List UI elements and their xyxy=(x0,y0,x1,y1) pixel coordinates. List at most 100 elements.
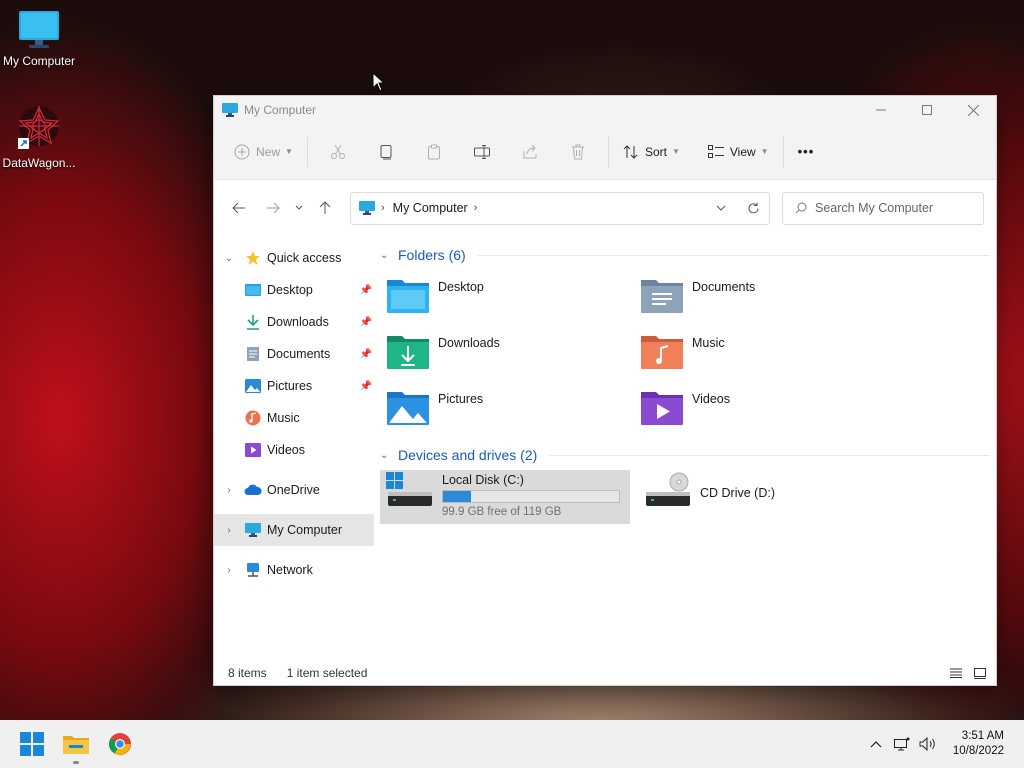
folder-desktop[interactable]: Desktop xyxy=(380,270,634,326)
folder-music[interactable]: Music xyxy=(634,326,888,382)
recent-locations-button[interactable] xyxy=(288,193,310,223)
sidebar-item-label: OneDrive xyxy=(267,483,320,497)
taskbar-file-explorer[interactable] xyxy=(54,722,98,766)
drive-local-disk-c[interactable]: Local Disk (C:) 99.9 GB free of 119 GB xyxy=(380,470,630,524)
sidebar-item-videos[interactable]: Videos xyxy=(214,434,374,466)
download-icon xyxy=(244,313,262,331)
search-box[interactable] xyxy=(782,191,984,225)
sidebar-item-onedrive[interactable]: › OneDrive xyxy=(214,474,374,506)
speaker-icon xyxy=(919,737,935,751)
close-button[interactable] xyxy=(950,96,996,124)
chevron-right-icon[interactable]: › xyxy=(381,202,385,214)
folders-group-header[interactable]: ⌄ Folders (6) xyxy=(380,240,990,270)
drive-cd-d[interactable]: CD Drive (D:) xyxy=(638,470,888,524)
refresh-button[interactable] xyxy=(737,193,769,223)
sidebar-item-quick-access[interactable]: ⌄ Quick access xyxy=(214,242,374,274)
sidebar-item-pictures[interactable]: Pictures 📌 xyxy=(214,370,374,402)
start-button[interactable] xyxy=(10,722,54,766)
tiles-view-icon xyxy=(974,667,986,679)
sidebar-item-network[interactable]: › Network xyxy=(214,554,374,586)
new-label: New xyxy=(256,144,281,159)
drives-grid: Local Disk (C:) 99.9 GB free of 119 GB C… xyxy=(380,470,990,524)
pin-icon: 📌 xyxy=(359,316,372,328)
title-bar[interactable]: My Computer xyxy=(214,96,996,124)
sidebar-item-music[interactable]: Music xyxy=(214,402,374,434)
more-options-button[interactable]: ••• xyxy=(790,136,823,168)
paste-button[interactable] xyxy=(410,136,458,168)
folder-pictures[interactable]: Pictures xyxy=(380,382,634,438)
star-icon xyxy=(244,249,262,267)
scissors-icon xyxy=(330,144,345,159)
chevron-right-icon[interactable]: › xyxy=(214,485,244,496)
group-title: Folders (6) xyxy=(398,247,466,263)
share-button[interactable] xyxy=(506,136,554,168)
desktop-icon-my-computer[interactable]: My Computer xyxy=(0,10,81,68)
show-hidden-icons-button[interactable] xyxy=(863,740,889,748)
toolbar-divider xyxy=(306,136,308,167)
chevron-down-icon[interactable]: ⌄ xyxy=(214,253,244,264)
maximize-button[interactable] xyxy=(904,96,950,124)
taskbar-chrome[interactable] xyxy=(98,722,142,766)
forward-button[interactable] xyxy=(258,193,288,223)
drive-name: Local Disk (C:) xyxy=(442,473,524,487)
arrow-up-icon xyxy=(319,201,331,214)
network-status-button[interactable] xyxy=(889,737,915,751)
chevron-down-icon: ▼ xyxy=(671,147,680,156)
sidebar-item-label: Videos xyxy=(267,443,305,457)
cloud-icon xyxy=(244,481,262,499)
minimize-button[interactable] xyxy=(858,96,904,124)
new-button[interactable]: New ▼ xyxy=(226,136,301,168)
folder-downloads[interactable]: Downloads xyxy=(380,326,634,382)
sort-button[interactable]: Sort ▼ xyxy=(615,136,688,168)
cut-button[interactable] xyxy=(314,136,362,168)
trash-icon xyxy=(571,144,584,159)
volume-button[interactable] xyxy=(915,737,941,751)
window-title: My Computer xyxy=(244,103,317,117)
sidebar-item-label: Pictures xyxy=(267,379,313,393)
desktop-icon-datawagon[interactable]: DataWagon... xyxy=(0,104,81,170)
clock-date: 10/8/2022 xyxy=(952,745,1004,757)
sidebar-item-label: My Computer xyxy=(267,523,343,537)
chevron-right-icon[interactable]: › xyxy=(214,565,244,576)
details-view-icon xyxy=(950,668,962,678)
rename-button[interactable] xyxy=(458,136,506,168)
sidebar-item-my-computer[interactable]: › My Computer xyxy=(214,514,374,546)
drives-group-header[interactable]: ⌄ Devices and drives (2) xyxy=(380,440,990,470)
sidebar-item-desktop[interactable]: Desktop 📌 xyxy=(214,274,374,306)
large-icons-view-button[interactable] xyxy=(968,667,992,679)
search-input[interactable] xyxy=(815,201,975,215)
pin-icon: 📌 xyxy=(359,380,372,392)
details-view-button[interactable] xyxy=(944,668,968,678)
view-list-icon xyxy=(707,144,724,158)
network-status-icon xyxy=(893,737,910,751)
chevron-right-icon[interactable]: › xyxy=(214,525,244,536)
folder-documents[interactable]: Documents xyxy=(634,270,888,326)
toolbar-divider xyxy=(607,136,609,167)
refresh-icon xyxy=(748,202,758,213)
folder-videos[interactable]: Videos xyxy=(634,382,888,438)
desktop-icon-label: DataWagon... xyxy=(2,156,76,170)
view-button[interactable]: View ▼ xyxy=(700,136,777,168)
delete-button[interactable] xyxy=(554,136,602,168)
address-bar[interactable]: › My Computer › xyxy=(350,191,770,225)
minimize-icon xyxy=(876,109,886,111)
up-button[interactable] xyxy=(310,193,340,223)
sidebar-item-label: Downloads xyxy=(267,315,329,329)
maximize-icon xyxy=(922,105,932,115)
desktop-folder-icon xyxy=(244,281,262,299)
chevron-right-icon[interactable]: › xyxy=(474,202,478,214)
clock[interactable]: 3:51 AM 10/8/2022 xyxy=(941,729,1024,759)
sidebar-item-downloads[interactable]: Downloads 📌 xyxy=(214,306,374,338)
divider xyxy=(549,454,990,456)
breadcrumb[interactable]: My Computer xyxy=(393,201,468,215)
folder-name: Pictures xyxy=(438,392,484,406)
system-tray: 3:51 AM 10/8/2022 xyxy=(863,720,1024,768)
copy-button[interactable] xyxy=(362,136,410,168)
file-explorer-icon xyxy=(63,736,89,754)
rename-icon xyxy=(473,144,490,159)
desktop-icon-label: My Computer xyxy=(2,54,76,68)
drive-free-space: 99.9 GB free of 119 GB xyxy=(442,506,562,518)
sidebar-item-documents[interactable]: Documents 📌 xyxy=(214,338,374,370)
address-history-button[interactable] xyxy=(705,193,737,223)
back-button[interactable] xyxy=(224,193,254,223)
